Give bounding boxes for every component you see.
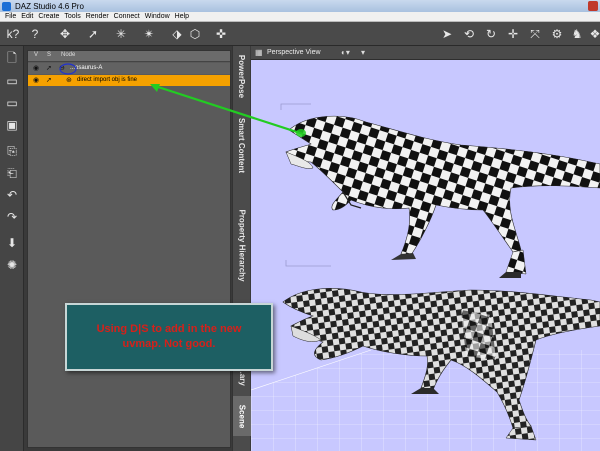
callout-text: Using D|S to add in the new uvmap. Not g… (96, 323, 242, 350)
annotation-arrow-line (151, 83, 304, 136)
annotation-overlay (59, 63, 306, 137)
annotation-callout: Using D|S to add in the new uvmap. Not g… (65, 303, 273, 371)
annotation-circle (59, 63, 77, 75)
arrow-head-icon (150, 84, 160, 92)
